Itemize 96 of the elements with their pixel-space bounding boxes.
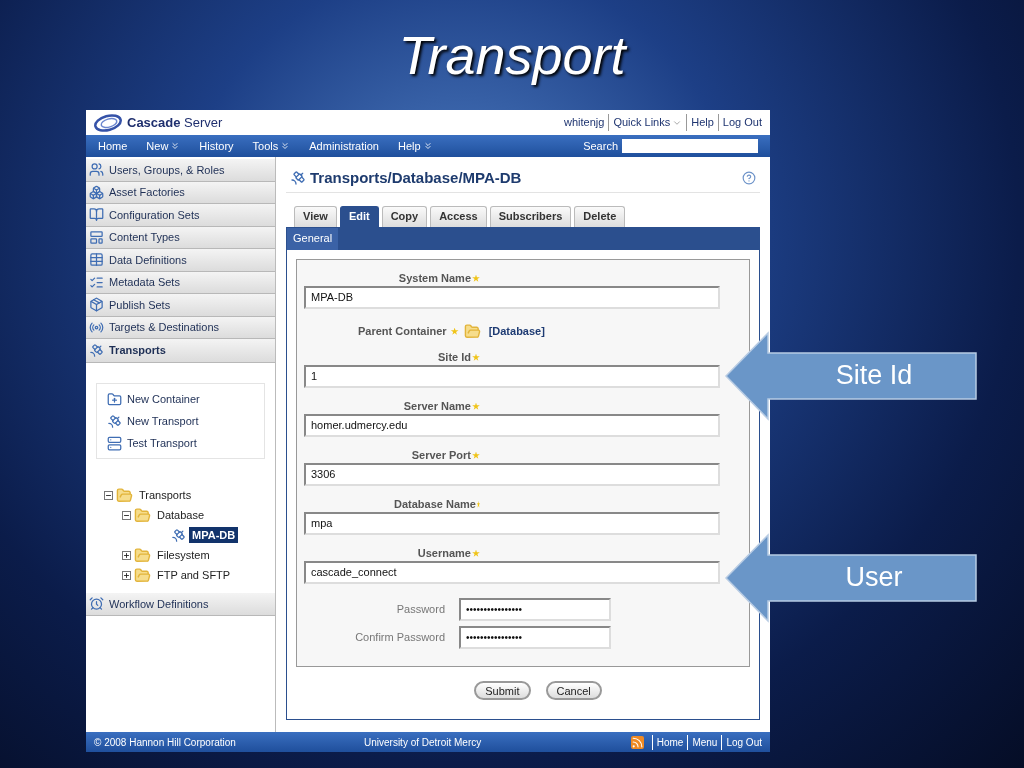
- header-link[interactable]: Quick Links: [608, 114, 683, 131]
- nav-menu-item[interactable]: History: [199, 137, 234, 155]
- expand-icon[interactable]: [122, 570, 131, 580]
- field-label: Server Port: [411, 448, 471, 464]
- form-button[interactable]: Cancel: [545, 680, 602, 700]
- nav-menu-item[interactable]: Administration: [309, 137, 379, 155]
- header-link[interactable]: whitenjg: [564, 114, 605, 131]
- tree-item[interactable]: FTP and SFTP: [154, 566, 234, 584]
- callout-text: Site Id: [834, 359, 914, 392]
- folder-icon: [134, 546, 151, 564]
- help-icon[interactable]: [742, 171, 756, 186]
- action-icon: [107, 435, 122, 451]
- menu-chevron-icon: [280, 141, 291, 151]
- tree-item[interactable]: Database: [154, 506, 208, 524]
- footer-link[interactable]: Menu: [687, 734, 718, 750]
- sidebar-action-link[interactable]: New Container: [107, 388, 254, 410]
- search-field[interactable]: [622, 139, 758, 153]
- tab[interactable]: Edit: [339, 205, 379, 227]
- nav-menu-item[interactable]: Tools: [252, 137, 291, 155]
- tab[interactable]: Access: [430, 205, 487, 227]
- nav-menu-item[interactable]: New: [146, 137, 181, 155]
- folder-icon: [134, 566, 151, 584]
- tree-item[interactable]: Transports: [136, 486, 195, 504]
- sidebar-item-icon: [89, 343, 104, 358]
- sidebar-item-icon: [89, 274, 104, 290]
- sidebar-item-icon: [89, 162, 104, 178]
- callout-text: User: [844, 561, 904, 594]
- nav-menu-item[interactable]: Help: [398, 137, 433, 155]
- subtab[interactable]: General: [287, 227, 339, 250]
- footer-link[interactable]: Home: [651, 734, 684, 750]
- copyright-text: © 2008 Hannon Hill Corporation: [94, 735, 237, 750]
- field-label: Database Name: [394, 497, 476, 513]
- sidebar-action-link[interactable]: Test Transport: [107, 432, 254, 454]
- field-label: Server Name: [403, 399, 471, 415]
- tab[interactable]: View: [294, 205, 337, 227]
- sidebar-item[interactable]: Publish Sets: [86, 294, 275, 317]
- sidebar-item-icon: [89, 596, 104, 612]
- sidebar-item[interactable]: Workflow Definitions: [86, 593, 275, 616]
- text-field[interactable]: cascade_connect: [304, 560, 720, 584]
- sidebar-item-icon: [89, 184, 104, 200]
- tab[interactable]: Subscribers: [489, 205, 572, 227]
- folder-icon: [134, 506, 151, 524]
- action-icon: [107, 413, 122, 429]
- page-title: Transports/Database/MPA-DB: [310, 168, 522, 188]
- organization-text: University of Detroit Mercy: [364, 735, 483, 750]
- expand-icon[interactable]: [122, 550, 131, 560]
- field-label: Site Id: [438, 350, 471, 366]
- sidebar-item[interactable]: Content Types: [86, 226, 275, 249]
- field-label: Password: [396, 602, 445, 618]
- password-field[interactable]: ••••••••••••••••: [459, 598, 611, 621]
- parent-container-link[interactable]: [Database]: [488, 323, 545, 340]
- sidebar-item-icon: [89, 297, 104, 313]
- sidebar-item-icon: [89, 229, 104, 245]
- tree-item[interactable]: MPA-DB: [189, 526, 239, 544]
- password-field[interactable]: ••••••••••••••••: [459, 626, 611, 649]
- text-field[interactable]: mpa: [304, 511, 720, 535]
- action-icon: [107, 391, 122, 407]
- sidebar-item-icon: [89, 252, 104, 268]
- text-field[interactable]: homer.udmercy.edu: [304, 413, 720, 437]
- search-label: Search: [583, 138, 618, 154]
- menu-chevron-icon: [422, 141, 433, 151]
- text-field[interactable]: MPA-DB: [304, 285, 720, 309]
- tab[interactable]: Copy: [381, 205, 428, 227]
- form-button[interactable]: Submit: [474, 680, 531, 700]
- field-label: System Name: [398, 271, 471, 287]
- rss-icon[interactable]: [630, 735, 644, 749]
- sidebar-item[interactable]: Transports: [86, 339, 275, 363]
- field-label: Confirm Password: [355, 630, 445, 646]
- sidebar-item[interactable]: Asset Factories: [86, 181, 275, 204]
- folder-icon: [116, 486, 133, 504]
- slide-title: Transport: [398, 25, 626, 85]
- header-link[interactable]: Help: [686, 114, 714, 131]
- footer-link[interactable]: Log Out: [721, 734, 762, 750]
- collapse-icon[interactable]: [104, 490, 113, 500]
- sidebar-item[interactable]: Targets & Destinations: [86, 316, 275, 339]
- sidebar-item[interactable]: Users, Groups, & Roles: [86, 159, 275, 182]
- transport-icon: [171, 527, 186, 543]
- collapse-icon[interactable]: [122, 510, 131, 520]
- menu-chevron-icon: [170, 141, 181, 151]
- nav-menu-item[interactable]: Home: [98, 137, 128, 155]
- transport-icon: [290, 170, 306, 187]
- text-field[interactable]: 1: [304, 364, 720, 388]
- text-field[interactable]: 3306: [304, 462, 720, 486]
- tree-item[interactable]: Filesystem: [154, 546, 213, 564]
- logo-text: Cascade Server: [127, 113, 223, 132]
- logo-swirl-icon: [94, 113, 124, 132]
- sidebar-item[interactable]: Data Definitions: [86, 249, 275, 272]
- header-link[interactable]: Log Out: [717, 114, 762, 131]
- folder-icon: [463, 323, 481, 340]
- sidebar-item-icon: [89, 207, 104, 223]
- sidebar-item[interactable]: Configuration Sets: [86, 204, 275, 227]
- sidebar-item[interactable]: Metadata Sets: [86, 271, 275, 294]
- sidebar-action-link[interactable]: New Transport: [107, 410, 254, 432]
- tab[interactable]: Delete: [574, 205, 626, 227]
- field-label: Username: [417, 546, 471, 562]
- field-label: Parent Container: [358, 324, 447, 340]
